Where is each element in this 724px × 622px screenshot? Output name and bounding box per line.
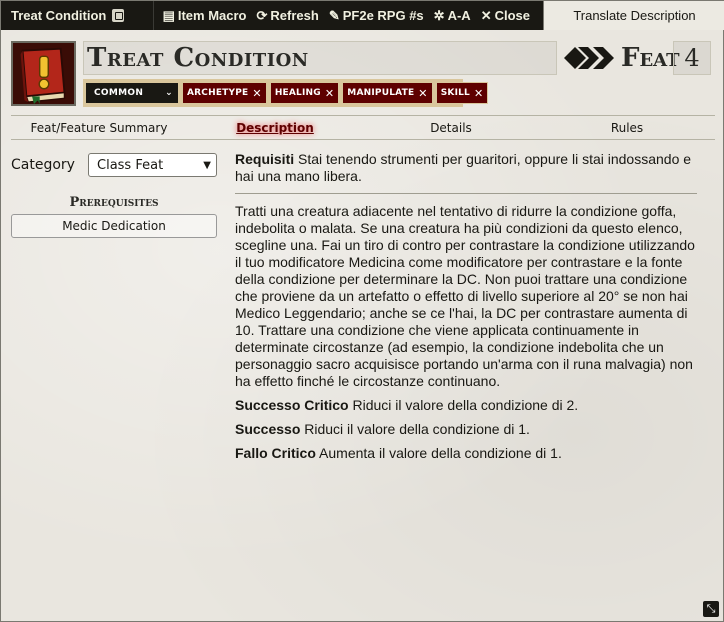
crit-success-text: Riduci il valore della condizione di 2. [352, 397, 579, 413]
requirements-text: Stai tenendo strumenti per guaritori, op… [235, 151, 692, 184]
rarity-value: COMMON [94, 88, 144, 98]
crit-success-label: Successo Critico [235, 397, 349, 413]
item-portrait-icon[interactable] [11, 41, 76, 106]
crit-success-paragraph: Successo Critico Riduci il valore della … [235, 397, 697, 414]
crit-failure-label: Fallo Critico [235, 445, 316, 461]
crit-failure-paragraph: Fallo Critico Aumenta il valore della co… [235, 445, 697, 462]
remove-trait-icon[interactable]: ✕ [325, 87, 334, 100]
item-macro-icon: ▤ [162, 8, 175, 23]
font-size-icon: ✲ [433, 8, 445, 23]
font-size-label: A-A [447, 8, 471, 23]
window-title: Treat Condition [11, 8, 107, 23]
category-label: Category [11, 157, 75, 173]
tab-details[interactable]: Details [363, 121, 539, 135]
trait-label: HEALING [274, 88, 321, 98]
trait-tag[interactable]: ARCHETYPE ✕ [182, 82, 267, 104]
refresh-label: Refresh [270, 8, 319, 23]
sidebar: Category Class Feat ▼ Prerequisites Medi… [11, 151, 217, 238]
tab-description[interactable]: Description [187, 121, 363, 135]
success-paragraph: Successo Riduci il valore della condizio… [235, 421, 697, 438]
requirements-paragraph: Requisiti Stai tenendo strumenti per gua… [235, 151, 697, 185]
item-level-input[interactable]: 4 [673, 41, 711, 75]
trait-tag[interactable]: MANIPULATE ✕ [342, 82, 433, 104]
traits-row: COMMON ⌄ ARCHETYPE ✕ HEALING ✕ MANIPULAT… [83, 79, 715, 107]
font-size-button[interactable]: ✲ A-A [429, 8, 476, 23]
header-divider [152, 1, 154, 30]
refresh-button[interactable]: ⟳ Refresh [252, 8, 324, 23]
document-id-icon[interactable] [112, 9, 125, 22]
item-sheet-window: Treat Condition ▤ Item Macro ⟳ Refresh ✎… [0, 0, 724, 622]
pf2e-rpg-icon: ✎ [328, 8, 340, 23]
close-icon: ✕ [480, 8, 492, 23]
window-header[interactable]: Treat Condition ▤ Item Macro ⟳ Refresh ✎… [1, 1, 724, 30]
trait-label: SKILL [440, 88, 470, 98]
category-row: Category Class Feat ▼ [11, 151, 217, 179]
item-macro-button[interactable]: ▤ Item Macro [158, 8, 252, 23]
item-name-input[interactable]: Treat Condition [83, 41, 557, 75]
refresh-icon: ⟳ [256, 8, 268, 23]
action-chevrons-icon [564, 47, 614, 69]
window-title-area[interactable]: Treat Condition [1, 8, 131, 23]
remove-trait-icon[interactable]: ✕ [474, 87, 483, 100]
category-select[interactable]: Class Feat ▼ [88, 153, 217, 177]
prerequisite-input[interactable]: Medic Dedication [11, 214, 217, 238]
resize-handle-icon[interactable]: ⤡ [703, 601, 719, 617]
rarity-select[interactable]: COMMON ⌄ [85, 82, 179, 104]
trait-label: MANIPULATE [347, 88, 415, 98]
close-label: Close [494, 8, 530, 23]
category-value: Class Feat [97, 157, 164, 173]
chevron-down-icon: ▼ [203, 159, 211, 171]
success-text: Riduci il valore della condizione di 1. [304, 421, 530, 437]
trait-tag[interactable]: SKILL ✕ [435, 82, 489, 104]
item-header: Treat Condition Feat 4 COMMON ⌄ ARCHETYP… [11, 41, 715, 107]
prerequisites-heading: Prerequisites [69, 195, 159, 210]
requirements-label: Requisiti [235, 151, 295, 167]
sheet-tabs: Feat/Feature Summary Description Details… [11, 115, 715, 140]
pf2e-rpg-button[interactable]: ✎ PF2e RPG #s [324, 8, 429, 23]
item-type-label: Feat [563, 41, 680, 75]
item-type-text: Feat [621, 43, 680, 73]
remove-trait-icon[interactable]: ✕ [252, 87, 261, 100]
success-label: Successo [235, 421, 301, 437]
close-button[interactable]: ✕ Close [476, 8, 535, 23]
description-body: Tratti una creatura adiacente nel tentat… [235, 203, 695, 389]
description-divider [235, 193, 697, 194]
tab-rules[interactable]: Rules [539, 121, 715, 135]
crit-failure-text: Aumenta il valore della condizione di 1. [319, 445, 562, 461]
tab-summary[interactable]: Feat/Feature Summary [11, 121, 187, 135]
book-exclamation-icon [13, 43, 74, 104]
remove-trait-icon[interactable]: ✕ [418, 87, 427, 100]
description-content: Requisiti Stai tenendo strumenti per gua… [235, 151, 697, 462]
trait-label: ARCHETYPE [187, 88, 249, 98]
chevron-down-icon: ⌄ [165, 88, 173, 98]
pf2e-rpg-label: PF2e RPG #s [342, 8, 424, 23]
item-macro-label: Item Macro [177, 8, 247, 23]
translate-description-button[interactable]: Translate Description [543, 1, 724, 30]
trait-tag[interactable]: HEALING ✕ [269, 82, 340, 104]
